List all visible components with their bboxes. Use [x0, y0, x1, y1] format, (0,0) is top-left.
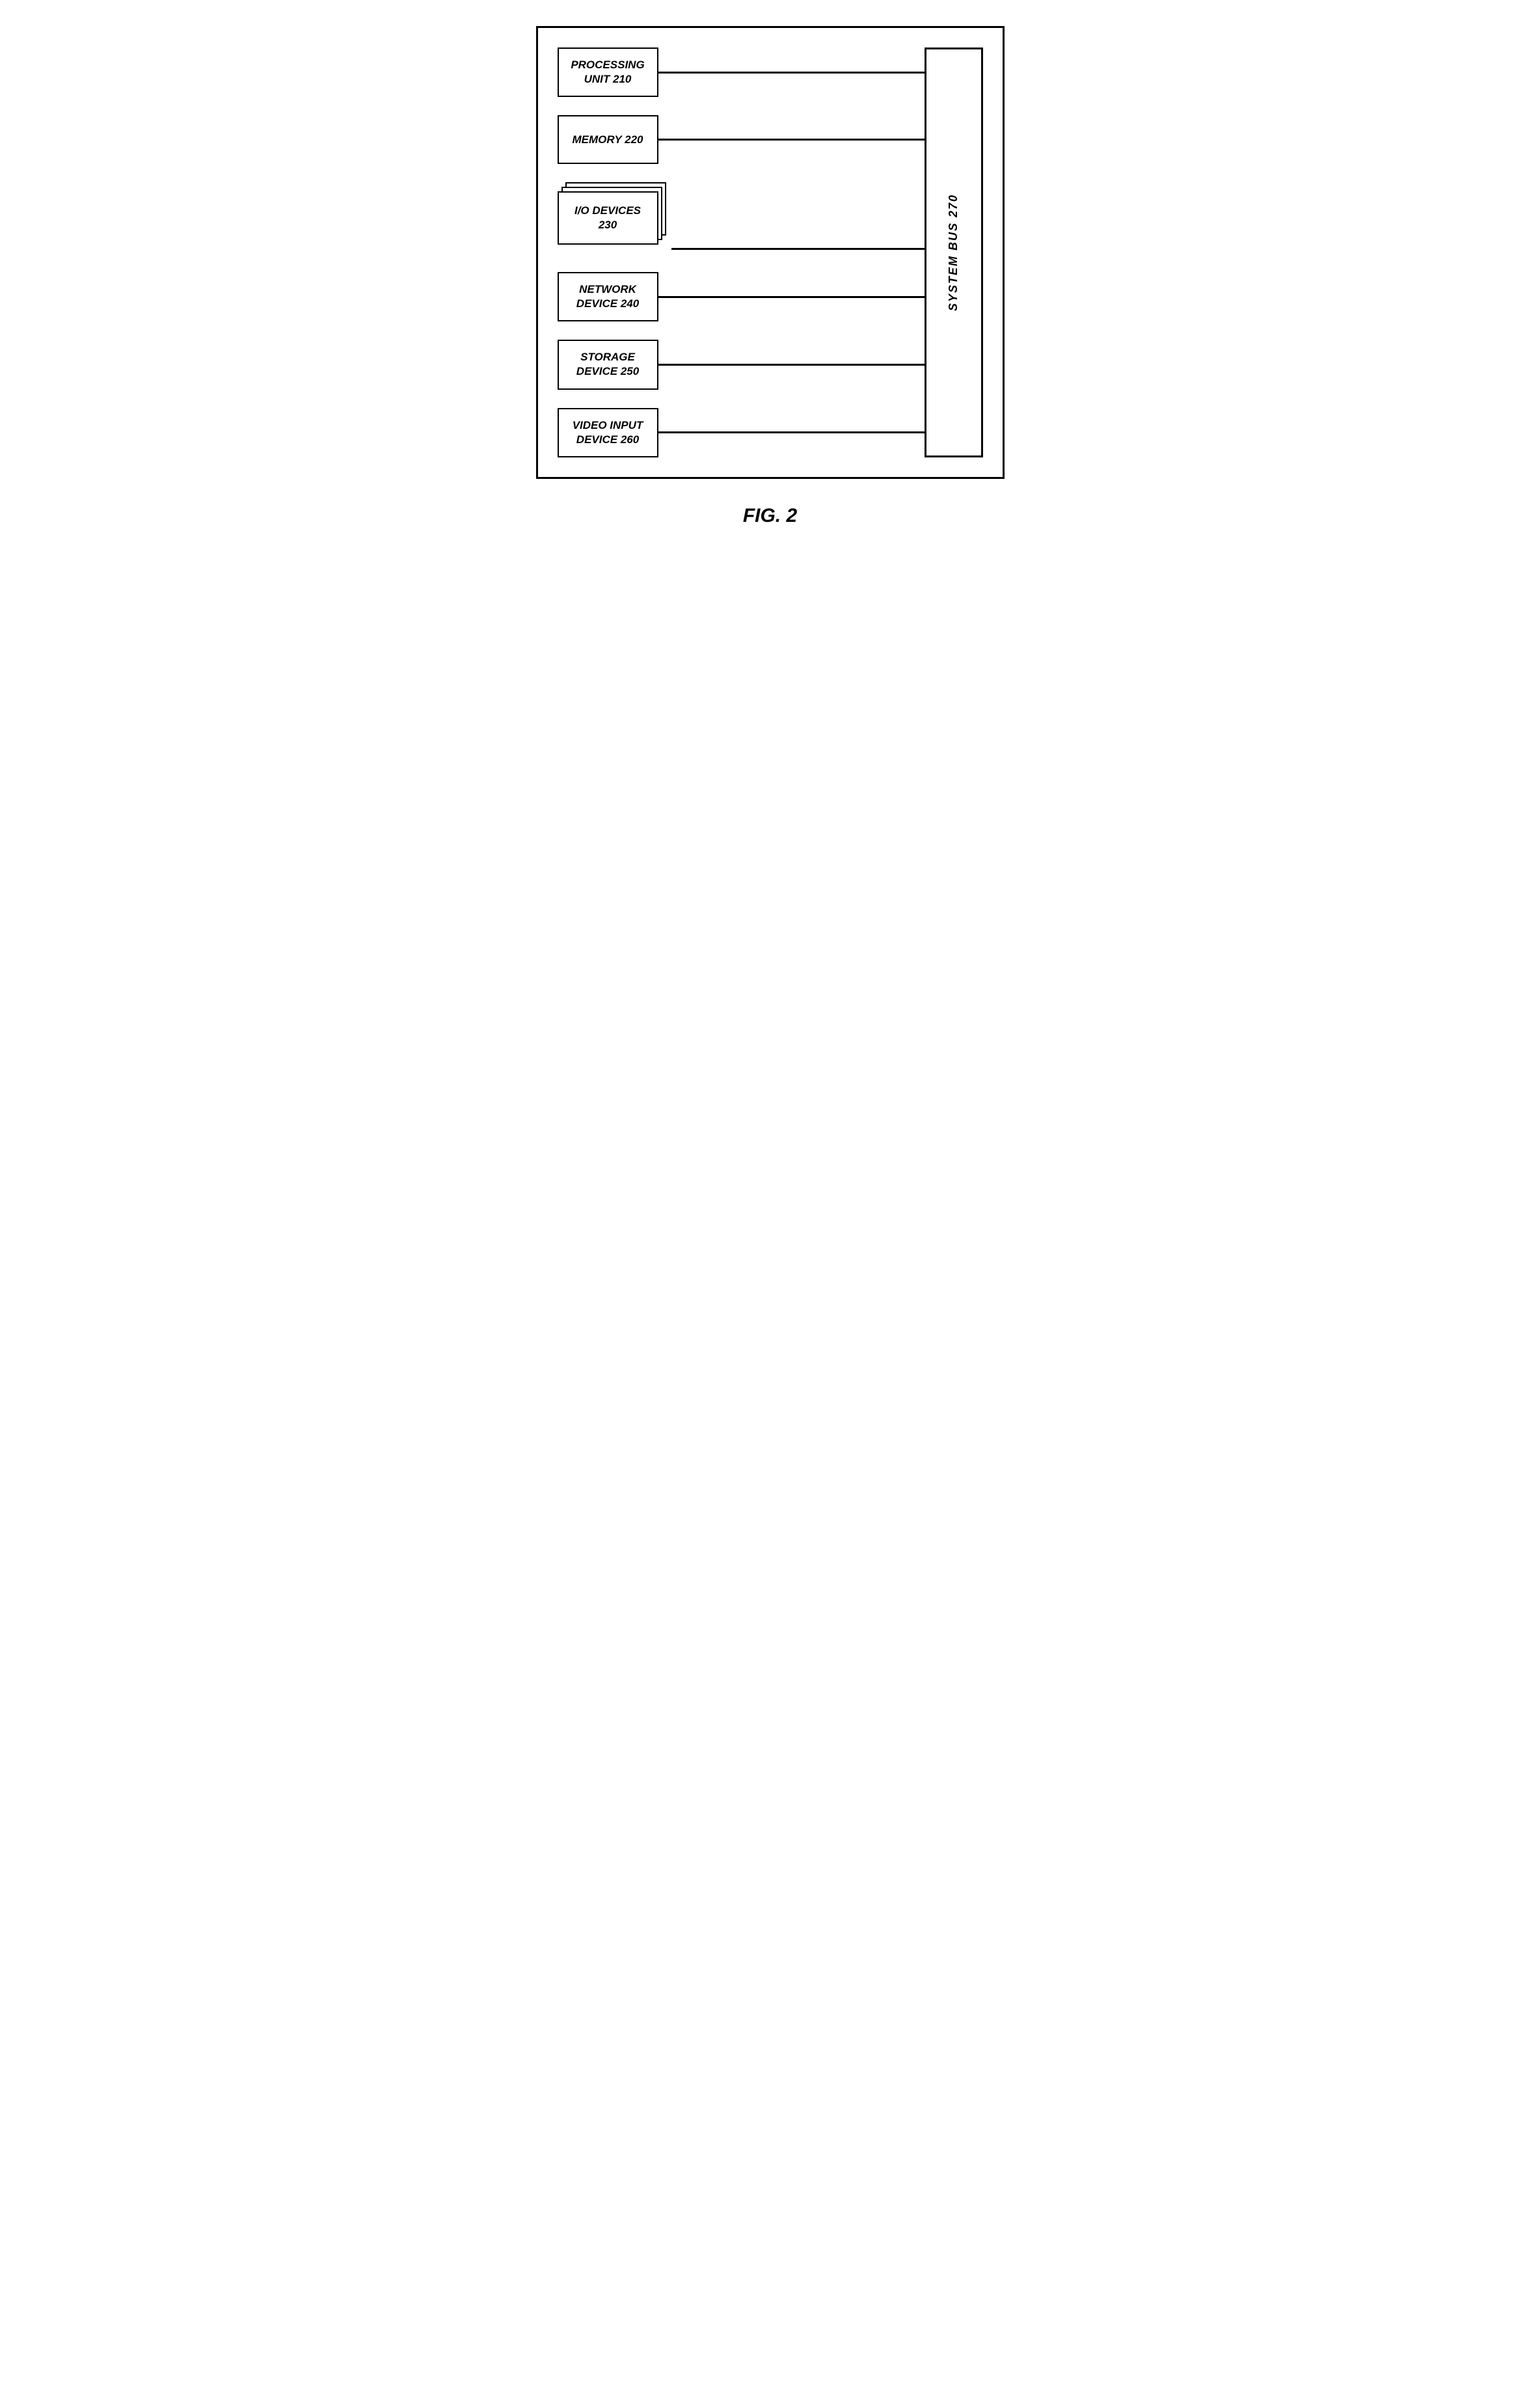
memory-row: MEMORY 220 — [558, 115, 925, 164]
video-input-device-label: VIDEO INPUTDEVICE 260 — [573, 418, 643, 447]
io-devices-box: I/O DEVICES230 — [558, 191, 658, 245]
memory-box: MEMORY 220 — [558, 115, 658, 164]
network-device-connector — [658, 296, 925, 298]
storage-device-box: STORAGEDEVICE 250 — [558, 340, 658, 389]
system-bus-label: SYSTEM BUS 270 — [947, 187, 960, 318]
memory-label: MEMORY 220 — [573, 133, 643, 147]
storage-device-connector — [658, 364, 925, 366]
io-devices-row: I/O DEVICES230 — [558, 182, 925, 254]
network-device-box: NETWORKDEVICE 240 — [558, 272, 658, 321]
processing-unit-box: PROCESSINGUNIT 210 — [558, 48, 658, 97]
page: PROCESSINGUNIT 210 MEMORY 220 — [494, 0, 1047, 865]
processing-unit-connector — [658, 72, 925, 74]
video-input-device-row: VIDEO INPUTDEVICE 260 — [558, 408, 925, 457]
diagram-outer-border: PROCESSINGUNIT 210 MEMORY 220 — [536, 26, 1005, 479]
diagram-inner: PROCESSINGUNIT 210 MEMORY 220 — [558, 48, 983, 457]
storage-device-row: STORAGEDEVICE 250 — [558, 340, 925, 389]
io-devices-connector — [671, 248, 925, 250]
figure-label: FIG. 2 — [743, 505, 797, 527]
network-device-row: NETWORKDEVICE 240 — [558, 272, 925, 321]
processing-unit-row: PROCESSINGUNIT 210 — [558, 48, 925, 97]
io-devices-label: I/O DEVICES230 — [574, 204, 641, 232]
storage-device-label: STORAGEDEVICE 250 — [576, 350, 639, 379]
processing-unit-label: PROCESSINGUNIT 210 — [571, 58, 644, 87]
io-devices-stack: I/O DEVICES230 — [558, 182, 671, 254]
memory-connector — [658, 139, 925, 141]
video-input-device-box: VIDEO INPUTDEVICE 260 — [558, 408, 658, 457]
network-device-label: NETWORKDEVICE 240 — [576, 282, 639, 311]
video-input-device-connector — [658, 431, 925, 433]
system-bus-bar: SYSTEM BUS 270 — [925, 48, 983, 457]
system-bus-container: SYSTEM BUS 270 — [925, 48, 983, 457]
left-column: PROCESSINGUNIT 210 MEMORY 220 — [558, 48, 925, 457]
